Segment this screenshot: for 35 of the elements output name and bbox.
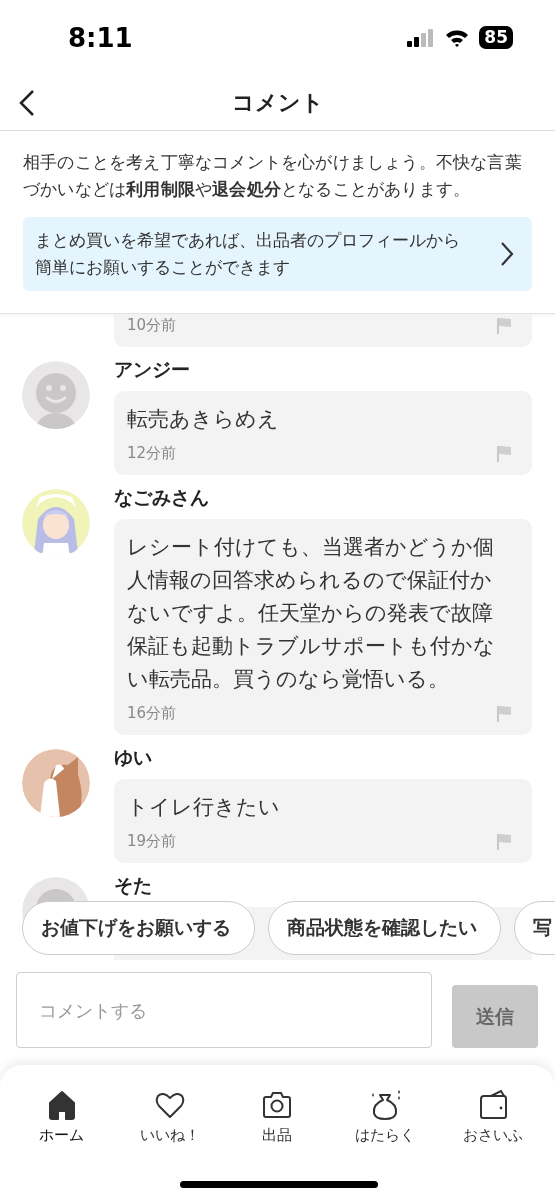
comment-time: 19分前 [127,832,177,851]
comment-text: 転売あきらめえ [127,406,280,433]
flag-icon[interactable] [496,444,512,463]
tab-item[interactable]: 出品 [227,1089,328,1145]
comment-text: レシート付けても、当選者かどうか個人情報の回答求められるので保証付かないですよ。任天堂からの発表で故障保証も起動トラブルサポートも付かない転売品。買うのなら覚悟いる。 [127,534,496,693]
flag-icon[interactable] [496,704,512,723]
flag-icon[interactable] [496,832,512,851]
tab-item[interactable]: いいね！ [119,1089,220,1145]
comment-time: 12分前 [127,444,177,463]
user-name: そた [114,874,153,898]
tab-item[interactable]: はたらく [335,1089,436,1145]
comment-text: トイレ行きたい [127,794,281,821]
page-title: コメント [231,88,324,117]
comment-time: 10分前 [127,316,177,335]
clock-time: 8:11 [68,22,134,53]
quick-reply-chip[interactable]: 写 [514,901,555,955]
bulk-buy-banner[interactable]: まとめ買いを希望であれば、出品者のプロフィールから簡単にお願いすることができます [23,217,532,291]
battery-level: 85 [479,26,513,49]
signal-icon [407,28,436,47]
back-icon[interactable] [18,89,36,117]
wallet-icon [477,1089,510,1121]
quick-reply-chip[interactable]: お値下げをお願いする [22,901,255,955]
guideline-text: 相手のことを考え丁寧なコメントを心がけましょう。不快な言葉づかいなどは利用制限や退会処分となることがあります。 [23,151,523,201]
quick-reply-chip[interactable]: 商品状態を確認したい [268,901,501,955]
comment-time: 16分前 [127,704,177,723]
tab-item[interactable]: ホーム [11,1089,112,1145]
money-bag-icon [369,1089,402,1121]
flag-icon[interactable] [496,316,512,335]
user-name: なごみさん [114,486,210,510]
camera-icon [261,1089,294,1121]
user-name: ゆい [114,746,153,770]
chevron-right-icon [500,241,514,267]
user-name: アンジー [114,358,191,382]
wifi-icon [445,28,470,47]
tab-item[interactable]: おさいふ [443,1089,544,1145]
